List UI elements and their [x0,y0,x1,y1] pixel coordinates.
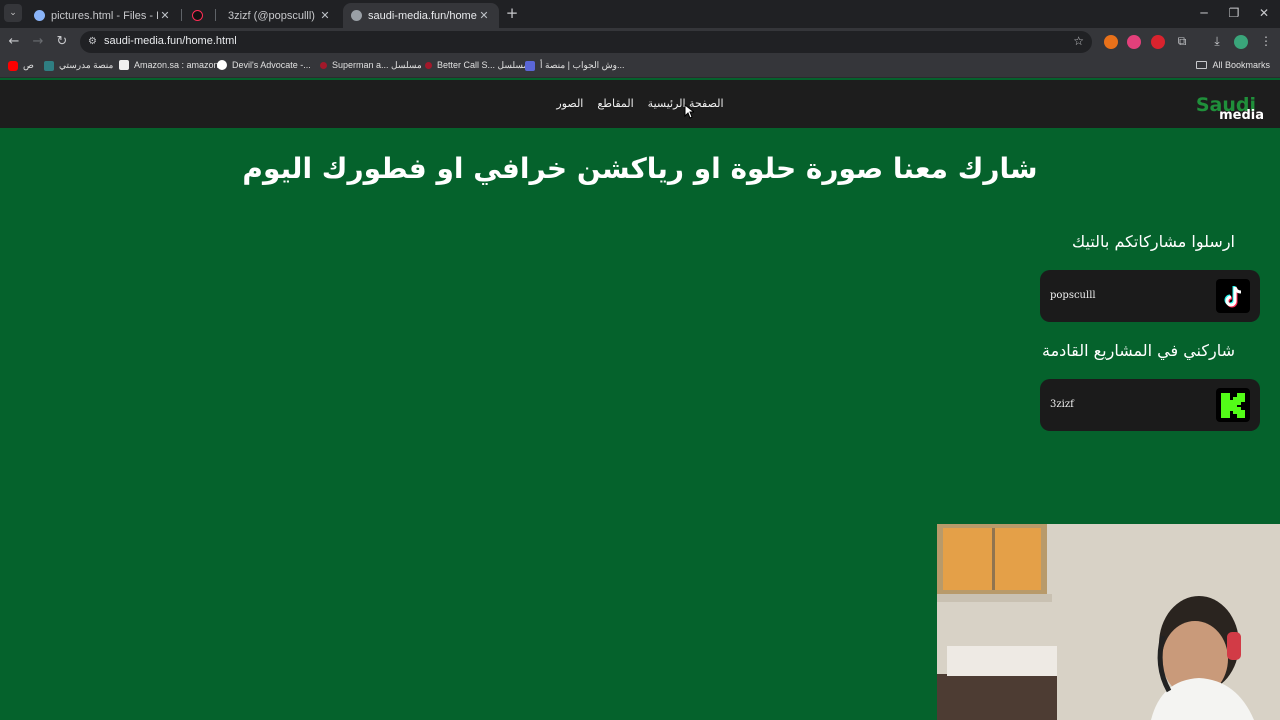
tab-pictures[interactable]: pictures.html - Files - File Brow ✕ [26,3,180,28]
all-bookmarks-label: All Bookmarks [1212,60,1270,70]
tab-tiktok-icon-only[interactable] [184,3,214,28]
youtube-icon [8,60,18,71]
madrasati-icon [44,60,54,71]
bookmark-item[interactable]: وش الجواب | منصة أ... [525,60,625,71]
bookmark-label: وش الجواب | منصة أ... [540,60,625,70]
bookmark-item[interactable]: Better Call S... مسلسل [425,60,528,71]
tab-divider [215,9,216,21]
tab-title: saudi-media.fun/home.html [368,9,477,22]
forward-icon[interactable]: → [30,34,46,50]
kick-icon [1216,388,1250,422]
new-tab-button[interactable]: + [505,5,519,21]
kick-username: 3zizf [1050,399,1074,410]
folder-icon [1196,61,1208,69]
bookmark-item[interactable]: ص [8,60,34,71]
bookmark-label: Better Call S... مسلسل [437,60,529,70]
tab-saudi-media[interactable]: saudi-media.fun/home.html ✕ [343,3,499,28]
site-logo[interactable]: Saudi media [1186,94,1266,124]
bookmark-star-icon[interactable]: ☆ [1073,34,1084,48]
bookmark-label: ص [23,60,34,70]
tab-title: pictures.html - Files - File Brow [51,9,158,22]
tab-divider [181,9,182,21]
tiktok-card[interactable]: popsculll [1040,270,1260,322]
bookmark-label: Amazon.sa : amazon [134,60,219,70]
tab-bar: ⌄ pictures.html - Files - File Brow ✕ 3z… [0,0,1280,28]
restore-icon[interactable]: ❐ [1226,6,1242,20]
url-text: saudi-media.fun/home.html [104,35,237,47]
site-favicon-icon [425,62,432,69]
tiktok-username: popsculll [1050,290,1096,301]
tab-title: 3zizf (@popsculll) | TikTok [228,9,318,22]
amazon-icon [119,60,129,70]
site-favicon-icon [320,62,327,69]
window-close-icon[interactable]: ✕ [1256,6,1272,20]
globe-icon [351,10,362,21]
menu-kebab-icon[interactable]: ⋮ [1258,34,1274,48]
extension-icon[interactable] [1104,35,1118,49]
back-icon[interactable]: ← [6,34,22,50]
logo-word-media: media [1219,108,1264,123]
tab-tiktok[interactable]: 3zizf (@popsculll) | TikTok ✕ [220,3,340,28]
webcam-overlay [937,524,1280,720]
nav-links: الصفحة الرئيسية المقاطع الصور [0,97,1280,110]
all-bookmarks-button[interactable]: All Bookmarks [1196,60,1270,70]
tiktok-icon [192,10,203,21]
nav-clips-link[interactable]: المقاطع [597,97,633,110]
mouse-cursor-icon [684,104,694,119]
tiktok-icon [1216,279,1250,313]
close-icon[interactable]: ✕ [158,9,172,22]
close-icon[interactable]: ✕ [318,9,332,22]
bookmarks-bar: ص منصة مدرستي Amazon.sa : amazon Devil's… [0,56,1280,78]
bookmark-label: منصة مدرستي [59,60,114,70]
extension-icon[interactable] [1127,35,1141,49]
bookmark-label: Devil's Advocate -... [232,60,311,70]
bookmark-label: Superman a... مسلسل [332,60,422,70]
globe-icon [34,10,45,21]
site-favicon-icon [525,60,535,71]
section-title-tiktok: ارسلوا مشاركاتكم بالتيك [1072,232,1235,251]
bookmark-item[interactable]: Superman a... مسلسل [320,60,422,71]
minimize-icon[interactable]: ─ [1196,6,1212,20]
site-navbar: الصفحة الرئيسية المقاطع الصور Saudi medi… [0,80,1280,128]
tab-search-button[interactable]: ⌄ [4,4,22,22]
browser-toolbar: ← → ↻ ⚙ saudi-media.fun/home.html ☆ ⧉ ⤓ … [0,28,1280,56]
kick-card[interactable]: 3zizf [1040,379,1260,431]
bookmark-item[interactable]: Amazon.sa : amazon [119,60,219,70]
reload-icon[interactable]: ↻ [54,34,70,50]
download-icon[interactable]: ⤓ [1209,34,1225,49]
bookmark-item[interactable]: منصة مدرستي [44,60,113,71]
extension-icon[interactable] [1151,35,1165,49]
profile-avatar[interactable] [1234,35,1248,49]
site-info-icon[interactable]: ⚙ [88,36,100,48]
close-icon[interactable]: ✕ [477,9,491,22]
page-headline: شارك معنا صورة حلوة او رياكشن خرافي او ف… [242,152,1038,185]
google-icon [217,60,227,70]
bookmark-item[interactable]: Devil's Advocate -... [217,60,311,70]
section-title-projects: شاركني في المشاريع القادمة [1041,341,1235,360]
address-bar[interactable]: ⚙ saudi-media.fun/home.html ☆ [80,31,1092,53]
nav-pictures-link[interactable]: الصور [556,97,583,110]
extensions-puzzle-icon[interactable]: ⧉ [1174,34,1190,49]
